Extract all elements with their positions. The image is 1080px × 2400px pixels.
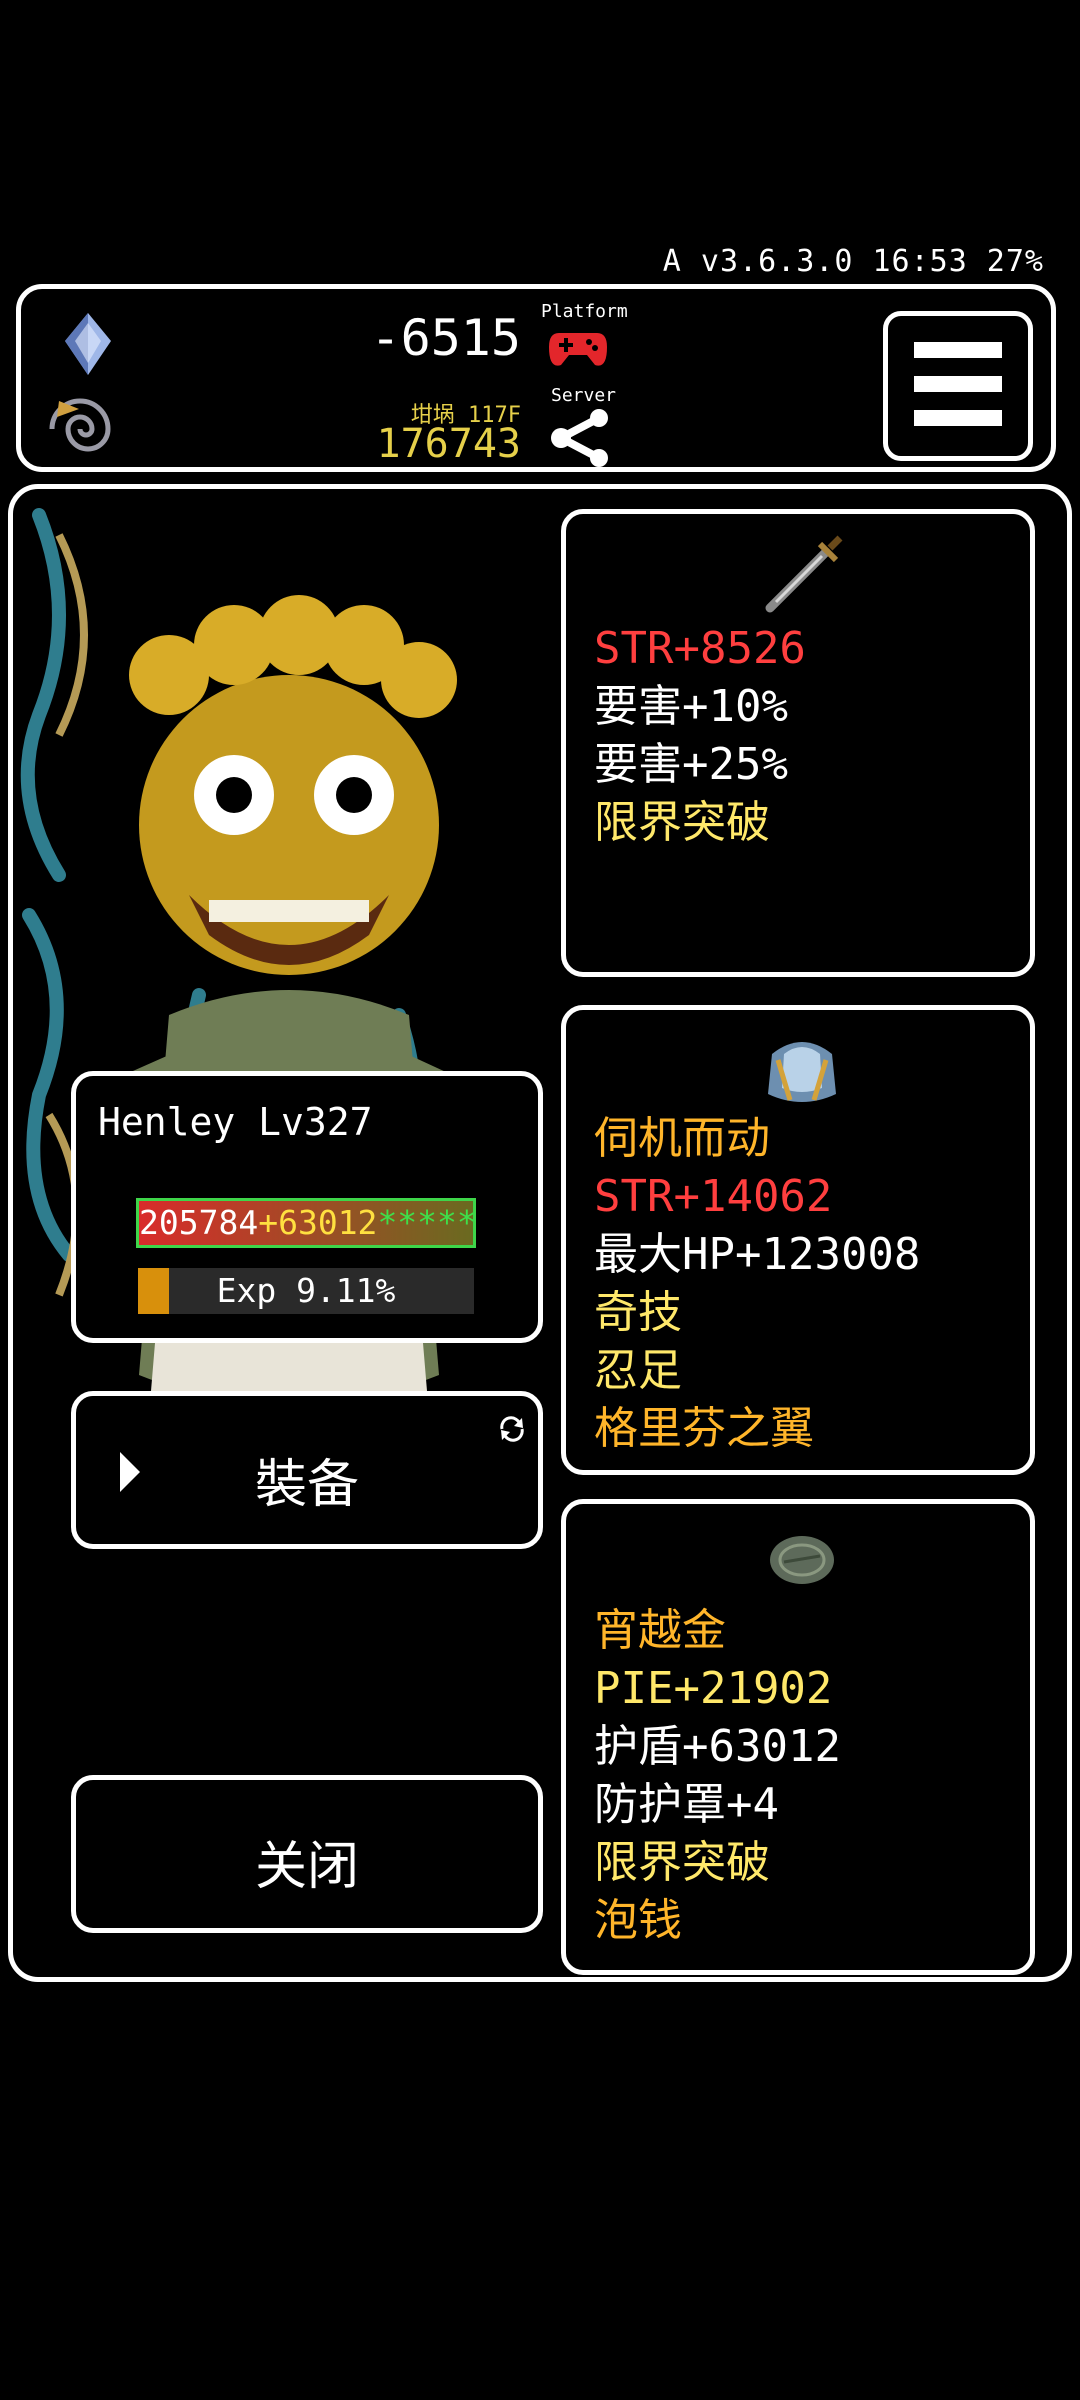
balance-value: -6515 <box>370 309 521 367</box>
character-info-card: Henley Lv327 205784+63012***** Exp 9.11% <box>71 1071 543 1343</box>
shield-value: +63012 <box>258 1203 378 1242</box>
item-card-armor[interactable]: 伺机而动 STR+14062 最大HP+123008 奇技 忍足 格里芬之翼 <box>561 1005 1035 1475</box>
stat-line: STR+8526 <box>594 623 806 674</box>
share-icon[interactable] <box>549 409 611 467</box>
item-stats-accessory: 宵越金 PIE+21902 护盾+63012 防护罩+4 限界突破 泡钱 <box>594 1602 841 1950</box>
gamepad-icon[interactable] <box>549 329 607 369</box>
stat-line: 防护罩+4 <box>594 1779 779 1830</box>
refresh-icon[interactable] <box>498 1416 526 1442</box>
stat-line: 伺机而动 <box>594 1113 770 1164</box>
equip-button[interactable]: 裝备 <box>71 1391 543 1549</box>
exp-text: Exp 9.11% <box>216 1271 396 1310</box>
menu-button[interactable] <box>883 311 1033 461</box>
stat-line: 护盾+63012 <box>594 1721 841 1772</box>
character-name: Henley Lv327 <box>98 1100 373 1144</box>
stat-line: 最大HP+123008 <box>594 1229 921 1280</box>
item-card-weapon[interactable]: STR+8526 要害+10% 要害+25% 限界突破 <box>561 509 1035 977</box>
sword-icon <box>765 535 843 613</box>
item-stats-weapon: STR+8526 要害+10% 要害+25% 限界突破 <box>594 620 806 852</box>
stat-line: PIE+21902 <box>594 1663 833 1714</box>
menu-icon <box>914 342 1002 358</box>
platform-label: Platform <box>541 301 628 322</box>
stat-line: 泡钱 <box>594 1895 682 1946</box>
character-panel: Henley Lv327 205784+63012***** Exp 9.11%… <box>8 484 1072 1982</box>
equip-label: 裝备 <box>254 1455 359 1515</box>
armor-icon <box>768 1042 836 1102</box>
stat-line: 忍足 <box>594 1345 682 1396</box>
exp-bar: Exp 9.11% <box>138 1268 474 1314</box>
hp-value: 205784 <box>139 1203 259 1242</box>
server-label: Server <box>551 385 617 406</box>
close-button[interactable]: 关闭 <box>71 1775 543 1933</box>
status-bar: A v3.6.3.0 16:53 27% <box>662 244 1044 279</box>
item-card-accessory[interactable]: 宵越金 PIE+21902 护盾+63012 防护罩+4 限界突破 泡钱 <box>561 1499 1035 1975</box>
stat-line: STR+14062 <box>594 1171 833 1222</box>
close-label: 关闭 <box>254 1837 359 1897</box>
hp-bar: 205784+63012***** <box>136 1198 476 1248</box>
stat-line: 宵越金 <box>594 1605 726 1656</box>
swirl-icon[interactable] <box>49 389 123 465</box>
hp-stars: ***** <box>377 1203 476 1242</box>
stat-line: 限界突破 <box>594 1837 770 1888</box>
crystal-icon[interactable] <box>63 313 113 375</box>
stone-icon <box>770 1536 834 1584</box>
item-stats-armor: 伺机而动 STR+14062 最大HP+123008 奇技 忍足 格里芬之翼 <box>594 1110 920 1458</box>
stat-line: 奇技 <box>594 1287 682 1338</box>
top-bar: -6515 坩埚 117F 176743 Platform Server <box>16 284 1056 472</box>
stat-line: 要害+10% <box>594 681 788 732</box>
gold-value: 176743 <box>376 421 522 467</box>
stat-line: 格里芬之翼 <box>594 1403 814 1454</box>
stat-line: 限界突破 <box>594 797 770 848</box>
stat-line: 要害+25% <box>594 739 788 790</box>
character-portrait <box>20 508 539 1535</box>
